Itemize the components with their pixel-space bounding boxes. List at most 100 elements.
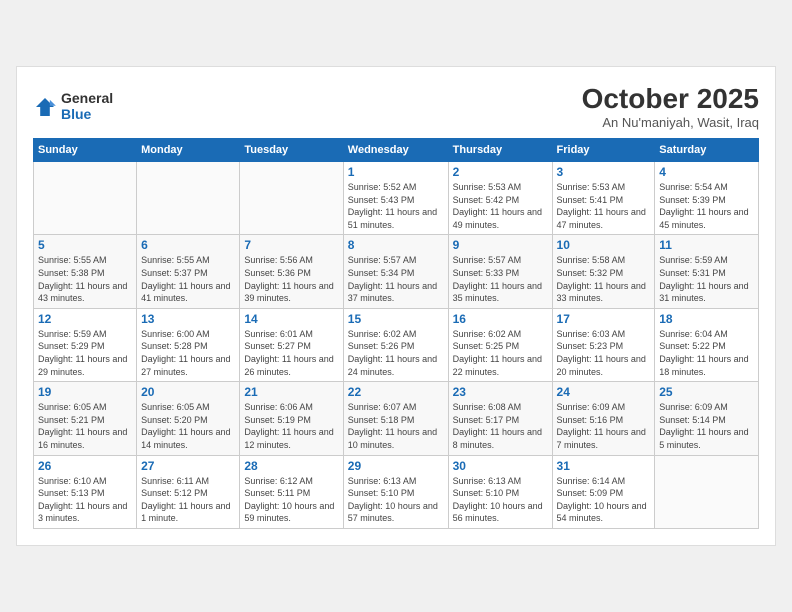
- day-info: Sunrise: 6:02 AMSunset: 5:25 PMDaylight:…: [453, 328, 548, 378]
- header-section: General Blue October 2025 An Nu'maniyah,…: [33, 83, 759, 130]
- day-cell-21: 21Sunrise: 6:06 AMSunset: 5:19 PMDayligh…: [240, 382, 343, 455]
- day-info: Sunrise: 5:53 AMSunset: 5:42 PMDaylight:…: [453, 181, 548, 231]
- weekday-header-tuesday: Tuesday: [240, 139, 343, 162]
- day-cell-31: 31 Sunrise: 6:14 AMSunset: 5:09 PMDayligh…: [552, 455, 655, 528]
- day-number: 4: [659, 165, 754, 179]
- day-info: Sunrise: 6:08 AMSunset: 5:17 PMDaylight:…: [453, 401, 548, 451]
- day-number: 7: [244, 238, 338, 252]
- day-info: Sunrise: 6:05 AMSunset: 5:20 PMDaylight:…: [141, 401, 235, 451]
- day-cell-2: 2 Sunrise: 5:53 AMSunset: 5:42 PMDaylight…: [448, 162, 552, 235]
- weekday-header-thursday: Thursday: [448, 139, 552, 162]
- week-row-3: 12Sunrise: 5:59 AMSunset: 5:29 PMDayligh…: [34, 308, 759, 381]
- day-info: Sunrise: 6:10 AMSunset: 5:13 PMDaylight:…: [38, 475, 132, 525]
- day-cell-10: 10 Sunrise: 5:58 AMSunset: 5:32 PMDayligh…: [552, 235, 655, 308]
- day-number: 16: [453, 312, 548, 326]
- day-number: 23: [453, 385, 548, 399]
- logo: General Blue: [33, 91, 113, 122]
- day-info: Sunrise: 6:12 AMSunset: 5:11 PMDaylight:…: [244, 475, 338, 525]
- day-number: 9: [453, 238, 548, 252]
- day-number: 8: [348, 238, 444, 252]
- week-row-2: 5 Sunrise: 5:55 AMSunset: 5:38 PMDaylight…: [34, 235, 759, 308]
- weekday-header-monday: Monday: [137, 139, 240, 162]
- day-number: 30: [453, 459, 548, 473]
- day-info: Sunrise: 5:58 AMSunset: 5:32 PMDaylight:…: [557, 254, 651, 304]
- day-info: Sunrise: 5:59 AMSunset: 5:29 PMDaylight:…: [38, 328, 132, 378]
- day-cell-17: 17Sunrise: 6:03 AMSunset: 5:23 PMDayligh…: [552, 308, 655, 381]
- logo-text: General Blue: [61, 91, 113, 122]
- day-info: Sunrise: 6:09 AMSunset: 5:16 PMDaylight:…: [557, 401, 651, 451]
- day-cell-15: 15 Sunrise: 6:02 AMSunset: 5:26 PMDayligh…: [343, 308, 448, 381]
- calendar-grid: SundayMondayTuesdayWednesdayThursdayFrid…: [33, 138, 759, 529]
- month-title: October 2025: [582, 83, 759, 115]
- day-cell-6: 6 Sunrise: 5:55 AMSunset: 5:37 PMDaylight…: [137, 235, 240, 308]
- day-cell-30: 30Sunrise: 6:13 AMSunset: 5:10 PMDayligh…: [448, 455, 552, 528]
- day-number: 22: [348, 385, 444, 399]
- logo-general-text: General: [61, 91, 113, 106]
- empty-cell: [137, 162, 240, 235]
- day-cell-5: 5 Sunrise: 5:55 AMSunset: 5:38 PMDaylight…: [34, 235, 137, 308]
- day-number: 21: [244, 385, 338, 399]
- day-cell-20: 20 Sunrise: 6:05 AMSunset: 5:20 PMDayligh…: [137, 382, 240, 455]
- calendar-container: General Blue October 2025 An Nu'maniyah,…: [16, 66, 776, 546]
- day-info: Sunrise: 6:07 AMSunset: 5:18 PMDaylight:…: [348, 401, 444, 451]
- day-cell-12: 12Sunrise: 5:59 AMSunset: 5:29 PMDayligh…: [34, 308, 137, 381]
- day-number: 15: [348, 312, 444, 326]
- day-info: Sunrise: 6:05 AMSunset: 5:21 PMDaylight:…: [38, 401, 132, 451]
- logo-icon: [33, 95, 57, 119]
- day-cell-24: 24Sunrise: 6:09 AMSunset: 5:16 PMDayligh…: [552, 382, 655, 455]
- day-cell-3: 3Sunrise: 5:53 AMSunset: 5:41 PMDaylight…: [552, 162, 655, 235]
- empty-cell: [655, 455, 759, 528]
- day-cell-9: 9 Sunrise: 5:57 AMSunset: 5:33 PMDaylight…: [448, 235, 552, 308]
- day-number: 19: [38, 385, 132, 399]
- day-info: Sunrise: 6:09 AMSunset: 5:14 PMDaylight:…: [659, 401, 754, 451]
- day-info: Sunrise: 5:55 AMSunset: 5:38 PMDaylight:…: [38, 254, 132, 304]
- weekday-header-wednesday: Wednesday: [343, 139, 448, 162]
- day-info: Sunrise: 6:13 AMSunset: 5:10 PMDaylight:…: [348, 475, 444, 525]
- day-number: 29: [348, 459, 444, 473]
- week-row-1: 1 Sunrise: 5:52 AMSunset: 5:43 PMDaylight…: [34, 162, 759, 235]
- logo-blue-text: Blue: [61, 107, 113, 122]
- day-number: 2: [453, 165, 548, 179]
- day-cell-7: 7 Sunrise: 5:56 AMSunset: 5:36 PMDaylight…: [240, 235, 343, 308]
- day-number: 14: [244, 312, 338, 326]
- day-cell-29: 29 Sunrise: 6:13 AMSunset: 5:10 PMDayligh…: [343, 455, 448, 528]
- day-info: Sunrise: 5:53 AMSunset: 5:41 PMDaylight:…: [557, 181, 651, 231]
- day-info: Sunrise: 6:04 AMSunset: 5:22 PMDaylight:…: [659, 328, 754, 378]
- day-info: Sunrise: 5:52 AMSunset: 5:43 PMDaylight:…: [348, 181, 444, 231]
- week-row-5: 26 Sunrise: 6:10 AMSunset: 5:13 PMDayligh…: [34, 455, 759, 528]
- day-number: 13: [141, 312, 235, 326]
- day-number: 25: [659, 385, 754, 399]
- day-number: 26: [38, 459, 132, 473]
- day-cell-18: 18Sunrise: 6:04 AMSunset: 5:22 PMDayligh…: [655, 308, 759, 381]
- day-cell-28: 28Sunrise: 6:12 AMSunset: 5:11 PMDayligh…: [240, 455, 343, 528]
- day-cell-22: 22 Sunrise: 6:07 AMSunset: 5:18 PMDayligh…: [343, 382, 448, 455]
- day-info: Sunrise: 5:57 AMSunset: 5:34 PMDaylight:…: [348, 254, 444, 304]
- day-cell-27: 27Sunrise: 6:11 AMSunset: 5:12 PMDayligh…: [137, 455, 240, 528]
- day-number: 6: [141, 238, 235, 252]
- day-number: 1: [348, 165, 444, 179]
- day-info: Sunrise: 5:56 AMSunset: 5:36 PMDaylight:…: [244, 254, 338, 304]
- day-cell-25: 25 Sunrise: 6:09 AMSunset: 5:14 PMDayligh…: [655, 382, 759, 455]
- week-row-4: 19 Sunrise: 6:05 AMSunset: 5:21 PMDayligh…: [34, 382, 759, 455]
- day-cell-26: 26 Sunrise: 6:10 AMSunset: 5:13 PMDayligh…: [34, 455, 137, 528]
- day-number: 5: [38, 238, 132, 252]
- day-number: 27: [141, 459, 235, 473]
- empty-cell: [240, 162, 343, 235]
- title-section: October 2025 An Nu'maniyah, Wasit, Iraq: [582, 83, 759, 130]
- day-cell-8: 8 Sunrise: 5:57 AMSunset: 5:34 PMDaylight…: [343, 235, 448, 308]
- day-info: Sunrise: 5:55 AMSunset: 5:37 PMDaylight:…: [141, 254, 235, 304]
- day-number: 10: [557, 238, 651, 252]
- day-cell-16: 16 Sunrise: 6:02 AMSunset: 5:25 PMDayligh…: [448, 308, 552, 381]
- empty-cell: [34, 162, 137, 235]
- weekday-header-friday: Friday: [552, 139, 655, 162]
- day-info: Sunrise: 6:14 AMSunset: 5:09 PMDaylight:…: [557, 475, 651, 525]
- day-info: Sunrise: 6:02 AMSunset: 5:26 PMDaylight:…: [348, 328, 444, 378]
- location-text: An Nu'maniyah, Wasit, Iraq: [582, 115, 759, 130]
- weekday-header-saturday: Saturday: [655, 139, 759, 162]
- day-info: Sunrise: 5:57 AMSunset: 5:33 PMDaylight:…: [453, 254, 548, 304]
- day-cell-14: 14 Sunrise: 6:01 AMSunset: 5:27 PMDayligh…: [240, 308, 343, 381]
- day-number: 31: [557, 459, 651, 473]
- day-info: Sunrise: 6:01 AMSunset: 5:27 PMDaylight:…: [244, 328, 338, 378]
- day-number: 20: [141, 385, 235, 399]
- day-info: Sunrise: 5:59 AMSunset: 5:31 PMDaylight:…: [659, 254, 754, 304]
